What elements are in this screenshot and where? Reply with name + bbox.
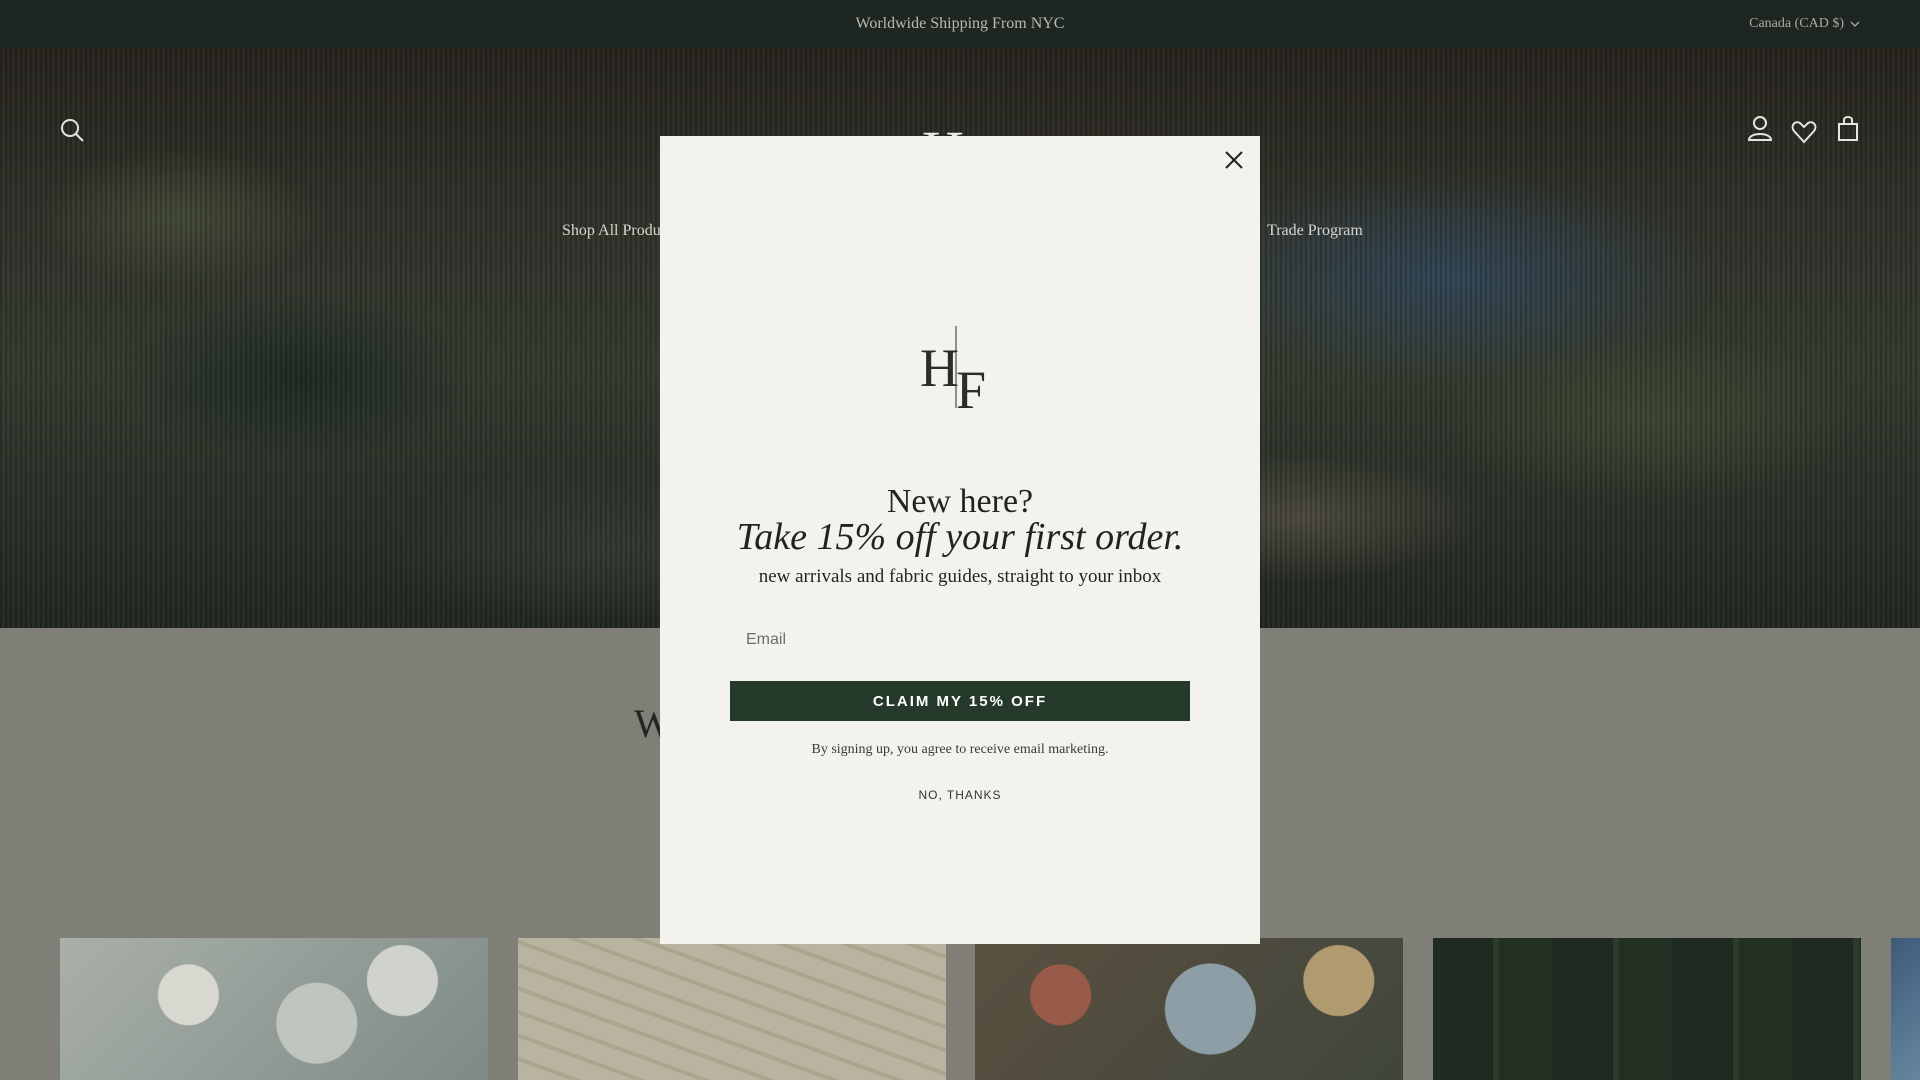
close-icon[interactable] — [1220, 146, 1248, 174]
popup-subtitle: new arrivals and fabric guides, straight… — [758, 566, 1162, 587]
newsletter-popup: H F New here? Take 15% off your first or… — [660, 136, 1260, 944]
claim-discount-button[interactable]: CLAIM MY 15% OFF — [730, 681, 1190, 721]
svg-text:H: H — [920, 338, 959, 398]
popup-title: New here? — [886, 483, 1034, 520]
no-thanks-link[interactable]: NO, THANKS — [660, 788, 1260, 802]
popup-terms-text: By signing up, you agree to receive emai… — [811, 742, 1109, 757]
svg-text:F: F — [956, 360, 986, 414]
popup-logo: H F — [918, 318, 1002, 420]
popup-headline: Take 15% off your first order. — [736, 516, 1184, 558]
email-field[interactable] — [730, 620, 1190, 660]
